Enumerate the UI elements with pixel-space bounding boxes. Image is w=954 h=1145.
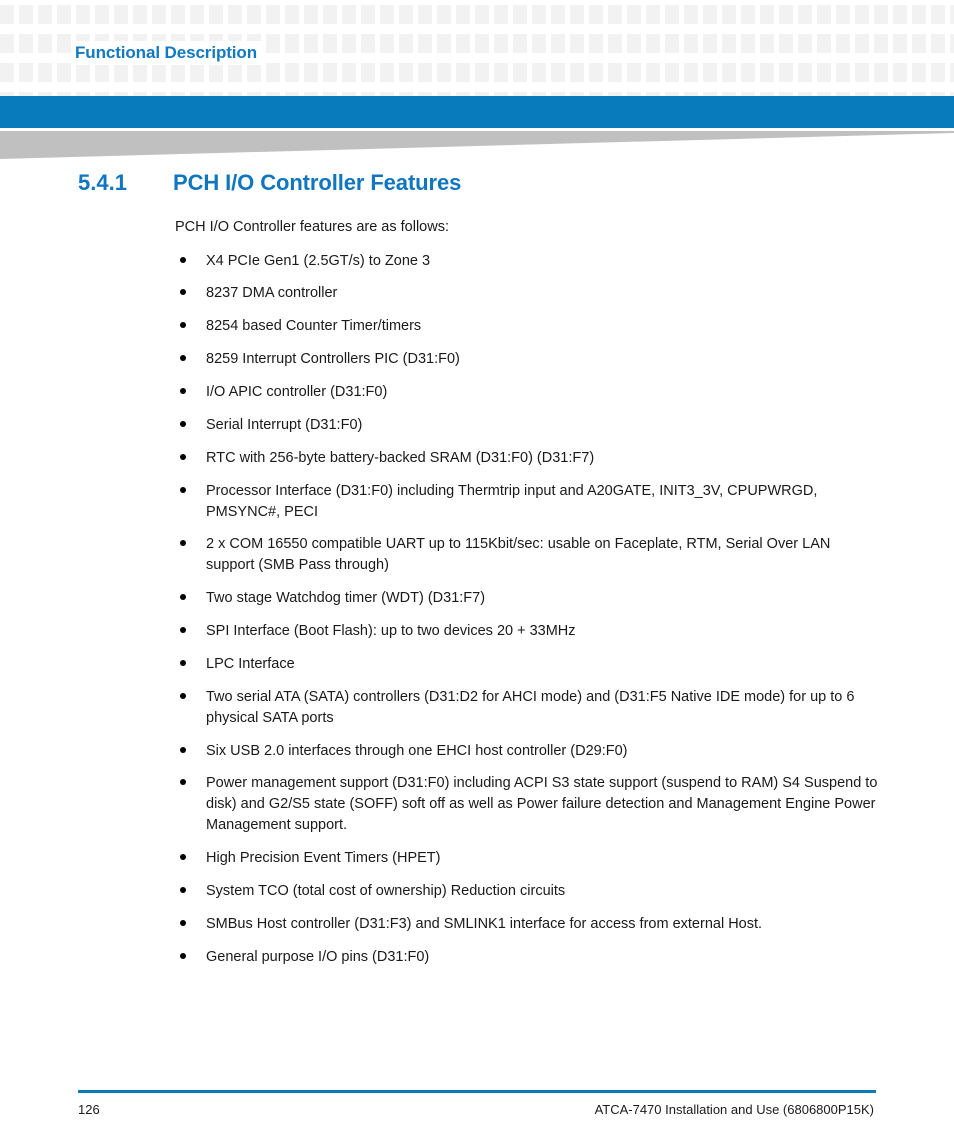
list-item: Six USB 2.0 interfaces through one EHCI … — [0, 741, 954, 762]
bullet-icon — [180, 540, 186, 547]
bullet-icon — [180, 692, 186, 699]
section-title: PCH I/O Controller Features — [173, 170, 462, 195]
list-item: 8254 based Counter Timer/timers — [0, 316, 954, 337]
footer-rule — [78, 1090, 876, 1093]
bullet-icon — [180, 388, 186, 395]
feature-list: X4 PCIe Gen1 (2.5GT/s) to Zone 3 8237 DM… — [0, 251, 954, 968]
section-heading: 5.4.1 PCH I/O Controller Features — [0, 170, 954, 196]
bullet-icon — [180, 420, 186, 427]
list-item-text: I/O APIC controller (D31:F0) — [206, 384, 388, 401]
list-item: General purpose I/O pins (D31:F0) — [0, 947, 954, 968]
bullet-icon — [180, 779, 186, 786]
list-item-text: Two stage Watchdog timer (WDT) (D31:F7) — [206, 590, 486, 607]
bullet-icon — [180, 919, 186, 926]
list-item: 8259 Interrupt Controllers PIC (D31:F0) — [0, 349, 954, 370]
header-blue-bar — [0, 96, 954, 128]
bullet-icon — [180, 453, 186, 460]
intro-paragraph: PCH I/O Controller features are as follo… — [175, 219, 449, 235]
list-item: Two serial ATA (SATA) controllers (D31:D… — [0, 687, 954, 729]
list-item-text: General purpose I/O pins (D31:F0) — [206, 948, 430, 965]
list-item-text: LPC Interface — [206, 655, 295, 672]
list-item: 8237 DMA controller — [0, 283, 954, 304]
list-item: Processor Interface (D31:F0) including T… — [0, 481, 954, 523]
list-item: SPI Interface (Boot Flash): up to two de… — [0, 621, 954, 642]
bullet-icon — [180, 594, 186, 601]
bullet-icon — [180, 746, 186, 753]
bullet-icon — [180, 952, 186, 959]
list-item-text: 2 x COM 16550 compatible UART up to 115K… — [206, 536, 831, 574]
list-item-text: Power management support (D31:F0) includ… — [206, 775, 878, 834]
list-item-text: X4 PCIe Gen1 (2.5GT/s) to Zone 3 — [206, 252, 431, 269]
bullet-icon — [180, 486, 186, 493]
list-item: RTC with 256-byte battery-backed SRAM (D… — [0, 448, 954, 469]
bullet-icon — [180, 854, 186, 861]
list-item-text: SPI Interface (Boot Flash): up to two de… — [206, 623, 576, 640]
list-item: LPC Interface — [0, 654, 954, 675]
list-item-text: Six USB 2.0 interfaces through one EHCI … — [206, 742, 628, 759]
section-number: 5.4.1 — [78, 170, 127, 195]
list-item-text: High Precision Event Timers (HPET) — [206, 850, 441, 867]
list-item: System TCO (total cost of ownership) Red… — [0, 881, 954, 902]
list-item: Power management support (D31:F0) includ… — [0, 773, 954, 836]
gray-wedge-shape — [0, 131, 954, 159]
list-item-text: Serial Interrupt (D31:F0) — [206, 416, 363, 433]
list-item-text: RTC with 256-byte battery-backed SRAM (D… — [206, 449, 595, 466]
list-item-text: 8254 based Counter Timer/timers — [206, 318, 422, 335]
footer-row: 126 ATCA-7470 Installation and Use (6806… — [78, 1102, 876, 1117]
bullet-icon — [180, 322, 186, 329]
page-number: 126 — [78, 1101, 100, 1117]
list-item-text: 8237 DMA controller — [206, 285, 338, 302]
document-title: ATCA-7470 Installation and Use (6806800P… — [594, 1101, 874, 1117]
bullet-icon — [180, 256, 186, 263]
list-item: X4 PCIe Gen1 (2.5GT/s) to Zone 3 — [0, 251, 954, 272]
list-item: High Precision Event Timers (HPET) — [0, 848, 954, 869]
list-item: Serial Interrupt (D31:F0) — [0, 415, 954, 436]
page-footer: 126 ATCA-7470 Installation and Use (6806… — [78, 1090, 876, 1117]
list-item: 2 x COM 16550 compatible UART up to 115K… — [0, 534, 954, 576]
page-content: 5.4.1 PCH I/O Controller Features PCH I/… — [0, 170, 954, 980]
running-head-title: Functional Description — [75, 41, 263, 65]
list-item: I/O APIC controller (D31:F0) — [0, 382, 954, 403]
list-item-text: System TCO (total cost of ownership) Red… — [206, 882, 566, 899]
list-item: Two stage Watchdog timer (WDT) (D31:F7) — [0, 588, 954, 609]
list-item-text: Two serial ATA (SATA) controllers (D31:D… — [206, 688, 855, 726]
bullet-icon — [180, 289, 186, 296]
bullet-icon — [180, 355, 186, 362]
bullet-icon — [180, 627, 186, 634]
header-gray-wedge — [0, 131, 954, 161]
list-item-text: SMBus Host controller (D31:F3) and SMLIN… — [206, 915, 763, 932]
bullet-icon — [180, 659, 186, 666]
list-item-text: 8259 Interrupt Controllers PIC (D31:F0) — [206, 351, 460, 368]
bullet-icon — [180, 886, 186, 893]
list-item: SMBus Host controller (D31:F3) and SMLIN… — [0, 914, 954, 935]
list-item-text: Processor Interface (D31:F0) including T… — [206, 482, 818, 520]
